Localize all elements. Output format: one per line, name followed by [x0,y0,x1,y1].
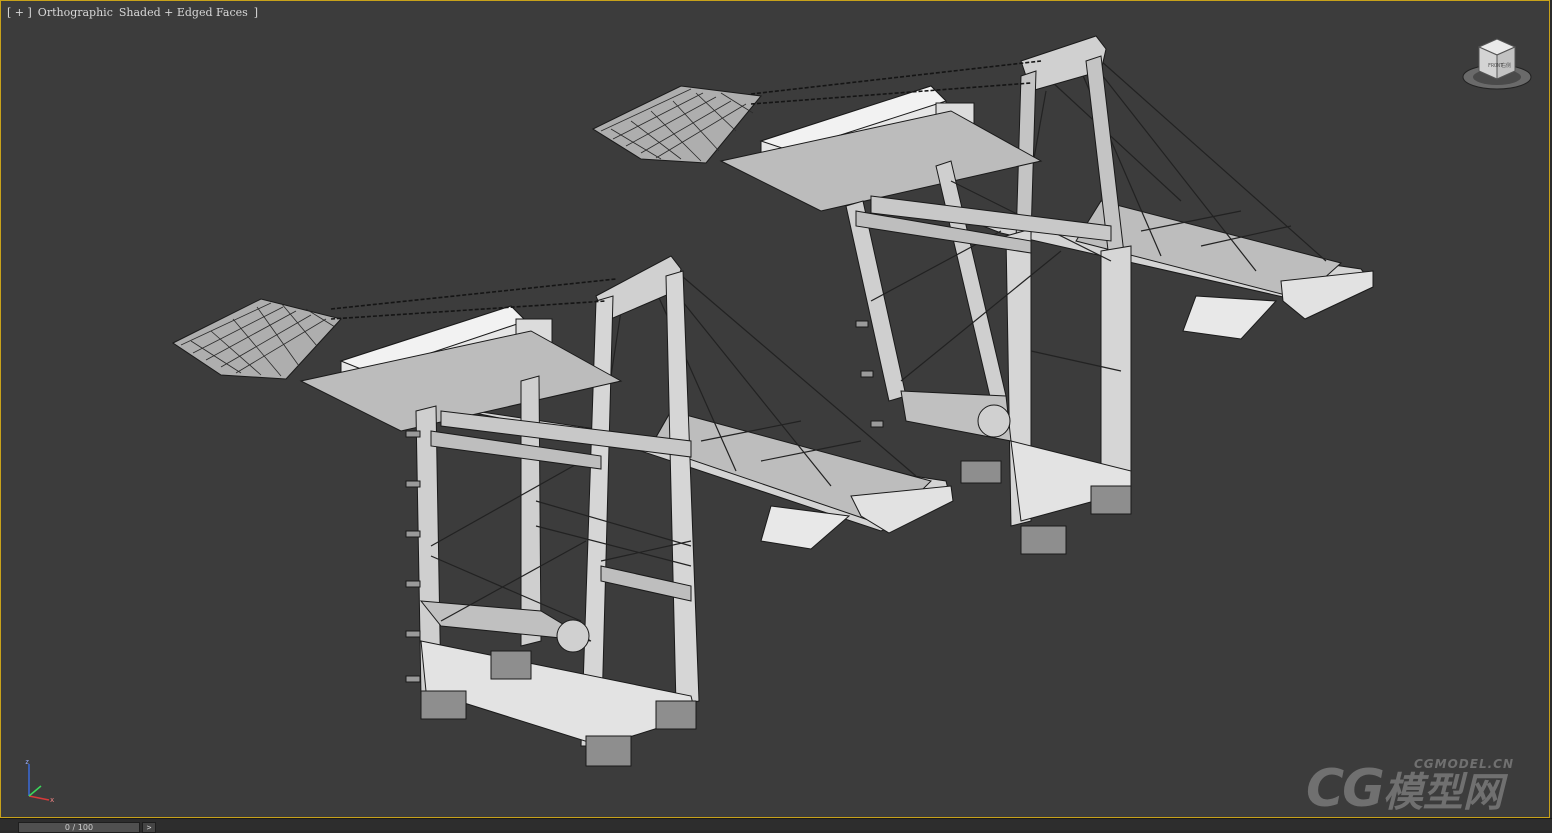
cgmodel-watermark: CG模型网 CGMODEL.CN [1306,757,1513,819]
back-crane [591,35,1374,555]
viewcube[interactable]: FRONT 右侧 [1457,35,1537,95]
watermark-chinese: 模型网 [1382,770,1503,816]
time-slider[interactable]: 0 / 100 [18,822,140,833]
axis-x-label: x [50,796,54,804]
axis-z-label: z [25,758,29,766]
viewcube-right-face[interactable]: 右侧 [1501,62,1511,69]
axis-tripod-icon: z x [25,758,54,804]
perspective-viewport[interactable]: [ + ] Orthographic Shaded + Edged Faces … [0,0,1551,819]
watermark-domain: CGMODEL.CN [1414,757,1515,771]
next-frame-button[interactable]: > [142,822,156,833]
time-slider-bar: 0 / 100 > [0,818,1552,833]
crane-model-render[interactable] [1,1,1551,819]
watermark-brand: CG [1306,759,1385,819]
